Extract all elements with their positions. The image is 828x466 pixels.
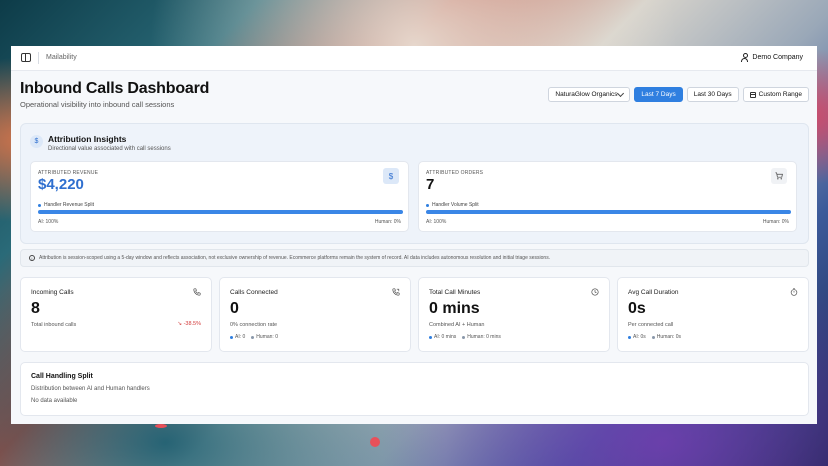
timer-icon <box>790 288 798 298</box>
revenue-value: $4,220 <box>38 176 84 193</box>
revenue-ai-share: AI: 100% <box>38 219 59 225</box>
app-window: Mailability Demo Company Inbound Calls D… <box>11 46 817 424</box>
company-menu[interactable]: Demo Company <box>741 53 803 62</box>
human-breakdown: Human: 0 <box>251 334 278 340</box>
note-text: Attribution is session-scoped using a 5-… <box>39 255 551 261</box>
orders-ai-share: AI: 100% <box>426 219 447 225</box>
page-subtitle: Operational visibility into inbound call… <box>20 100 175 109</box>
attribution-insights-panel: $ Attribution Insights Directional value… <box>20 123 809 244</box>
legend-dot <box>230 335 233 339</box>
avg-call-duration-value: 0s <box>628 300 646 317</box>
ai-breakdown: AI: 0s <box>628 334 646 340</box>
total-call-minutes-sub: Combined AI + Human <box>429 322 485 328</box>
calls-connected-value: 0 <box>230 300 239 317</box>
phone-icon <box>193 288 201 298</box>
store-select[interactable]: NaturaGlow Organics <box>548 87 631 102</box>
orders-split-label: Handler Volume Split <box>426 202 479 208</box>
orders-split-text: Handler Volume Split <box>432 202 479 208</box>
custom-range-label: Custom Range <box>758 91 802 98</box>
empty-state-text: No data available <box>31 398 78 404</box>
legend-dot <box>426 203 429 207</box>
attributed-orders-card: ATTRIBUTED ORDERS 7 Handler Volume Split… <box>418 161 797 232</box>
company-name: Demo Company <box>752 53 803 61</box>
sidebar-toggle-icon[interactable] <box>21 53 31 62</box>
attribution-title: Attribution Insights <box>48 134 127 144</box>
attribution-subtitle: Directional value associated with call s… <box>48 146 171 152</box>
legend-dot <box>651 335 655 339</box>
avg-call-duration-sub: Per connected call <box>628 322 674 328</box>
incoming-calls-sub: Total inbound calls <box>31 322 77 328</box>
total-call-minutes-value: 0 mins <box>429 300 480 317</box>
total-call-minutes-breakdown: AI: 0 mins Human: 0 mins <box>429 334 501 340</box>
background-decoration <box>370 437 380 447</box>
orders-split-fill <box>426 210 791 214</box>
page-title: Inbound Calls Dashboard <box>20 80 210 97</box>
last-7-days-button[interactable]: Last 7 Days <box>634 87 683 102</box>
call-handling-split-subtitle: Distribution between AI and Human handle… <box>31 386 150 392</box>
total-call-minutes-card: Total Call Minutes 0 mins Combined AI + … <box>418 277 610 352</box>
calls-connected-label: Calls Connected <box>230 289 278 296</box>
revenue-split-fill <box>38 210 403 214</box>
chevron-down-icon <box>617 89 625 98</box>
dollar-icon: $ <box>383 168 399 184</box>
avg-call-duration-breakdown: AI: 0s Human: 0s <box>628 334 681 340</box>
total-call-minutes-label: Total Call Minutes <box>429 289 481 296</box>
ai-breakdown: AI: 0 mins <box>429 334 456 340</box>
background-decoration <box>155 424 167 428</box>
avg-call-duration-label: Avg Call Duration <box>628 289 679 296</box>
legend-dot <box>251 335 255 339</box>
attribution-note: i Attribution is session-scoped using a … <box>20 249 809 267</box>
calendar-icon <box>749 91 756 98</box>
legend-dot <box>38 203 41 207</box>
legend-dot <box>462 335 466 339</box>
incoming-calls-card: Incoming Calls 8 Total inbound calls ↘ -… <box>20 277 212 352</box>
trend-value: -38.5% <box>183 321 201 327</box>
orders-label: ATTRIBUTED ORDERS <box>426 170 484 176</box>
attributed-revenue-card: ATTRIBUTED REVENUE $4,220 $ Handler Reve… <box>30 161 409 232</box>
incoming-calls-label: Incoming Calls <box>31 289 74 296</box>
ai-breakdown: AI: 0 <box>230 334 245 340</box>
orders-split-bar <box>426 210 791 214</box>
incoming-calls-trend: ↘ -38.5% <box>177 321 201 327</box>
revenue-split-text: Handler Revenue Split <box>44 202 95 208</box>
legend-dot <box>628 335 631 339</box>
calls-connected-card: Calls Connected 0 0% connection rate AI:… <box>219 277 411 352</box>
clock-icon <box>591 288 599 298</box>
human-breakdown: Human: 0s <box>651 334 681 340</box>
orders-value: 7 <box>426 176 435 193</box>
store-select-value: NaturaGlow Organics <box>555 91 618 98</box>
ai-breakdown-text: AI: 0s <box>633 334 646 340</box>
info-icon: i <box>29 255 35 261</box>
call-handling-split-title: Call Handling Split <box>31 373 93 380</box>
divider <box>38 52 39 64</box>
calls-connected-sub: 0% connection rate <box>230 322 278 328</box>
human-breakdown-text: Human: 0 mins <box>467 334 501 340</box>
top-bar: Mailability Demo Company <box>11 46 817 71</box>
revenue-human-share: Human: 0% <box>374 219 401 225</box>
revenue-split-label: Handler Revenue Split <box>38 202 94 208</box>
cart-icon <box>771 168 787 184</box>
dollar-icon: $ <box>30 135 43 148</box>
breadcrumb[interactable]: Mailability <box>46 54 77 61</box>
legend-dot <box>429 335 432 339</box>
calls-connected-breakdown: AI: 0 Human: 0 <box>230 334 278 340</box>
user-icon <box>741 53 749 62</box>
human-breakdown: Human: 0 mins <box>462 334 501 340</box>
orders-human-share: Human: 0% <box>762 219 789 225</box>
human-breakdown-text: Human: 0s <box>656 334 681 340</box>
incoming-calls-value: 8 <box>31 300 40 317</box>
revenue-split-bar <box>38 210 403 214</box>
custom-range-button[interactable]: Custom Range <box>742 87 809 102</box>
avg-call-duration-card: Avg Call Duration 0s Per connected call … <box>617 277 809 352</box>
call-handling-split-panel: Call Handling Split Distribution between… <box>20 362 809 416</box>
last-30-days-button[interactable]: Last 30 Days <box>686 87 739 102</box>
ai-breakdown-text: AI: 0 <box>235 334 246 340</box>
phone-connected-icon <box>392 288 400 298</box>
ai-breakdown-text: AI: 0 mins <box>434 334 457 340</box>
human-breakdown-text: Human: 0 <box>256 334 278 340</box>
filter-controls: NaturaGlow Organics Last 7 Days Last 30 … <box>548 87 809 102</box>
